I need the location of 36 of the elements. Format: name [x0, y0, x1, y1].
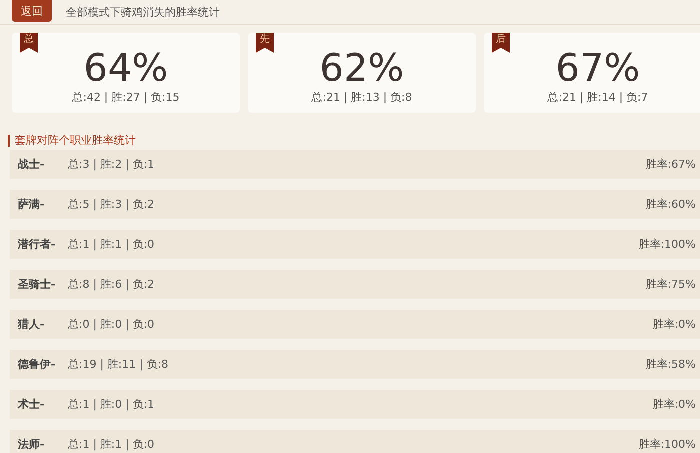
- record-stats: 总:0 | 胜:0 | 负:0: [68, 317, 155, 332]
- back-button[interactable]: 返回: [12, 0, 52, 22]
- section-title: 套牌对阵个职业胜率统计: [8, 135, 136, 147]
- class-name: 术士-: [18, 397, 46, 412]
- win-rate: 胜率:58%: [646, 357, 696, 372]
- class-name: 德鲁伊-: [18, 357, 57, 372]
- record-stats: 总:8 | 胜:6 | 负:2: [68, 277, 155, 292]
- class-name: 潜行者-: [18, 237, 57, 252]
- win-rate: 胜率:75%: [646, 277, 696, 292]
- ribbon-badge: 后: [492, 33, 510, 53]
- class-name: 战士-: [18, 157, 46, 172]
- win-rate: 胜率:100%: [638, 437, 696, 452]
- class-name: 猎人-: [18, 317, 46, 332]
- record-stats: 总:19 | 胜:11 | 负:8: [68, 357, 169, 372]
- ribbon-badge: 总: [20, 33, 38, 53]
- record-stats: 总:21 | 胜:13 | 负:8: [312, 90, 412, 104]
- win-rate: 胜率:0%: [652, 317, 696, 332]
- record-stats: 总:3 | 胜:2 | 负:1: [68, 157, 155, 172]
- ribbon-badge: 先: [256, 33, 274, 53]
- win-rate-percent: 67%: [556, 46, 640, 90]
- record-stats: 总:1 | 胜:1 | 负:0: [68, 437, 155, 452]
- record-stats: 总:21 | 胜:14 | 负:7: [548, 90, 648, 104]
- class-name: 圣骑士-: [18, 277, 57, 292]
- record-stats: 总:42 | 胜:27 | 负:15: [72, 90, 180, 104]
- win-rate: 胜率:67%: [646, 157, 696, 172]
- win-rate: 胜率:0%: [652, 397, 696, 412]
- win-rate: 胜率:60%: [646, 197, 696, 212]
- win-rate: 胜率:100%: [638, 237, 696, 252]
- record-stats: 总:1 | 胜:1 | 负:0: [68, 237, 155, 252]
- win-rate-percent: 64%: [84, 46, 168, 90]
- record-stats: 总:5 | 胜:3 | 负:2: [68, 197, 155, 212]
- class-name: 萨满-: [18, 197, 46, 212]
- win-rate-percent: 62%: [320, 46, 404, 90]
- record-stats: 总:1 | 胜:0 | 负:1: [68, 397, 155, 412]
- class-name: 法师-: [18, 437, 46, 452]
- page-title: 全部模式下骑鸡消失的胜率统计: [66, 4, 220, 20]
